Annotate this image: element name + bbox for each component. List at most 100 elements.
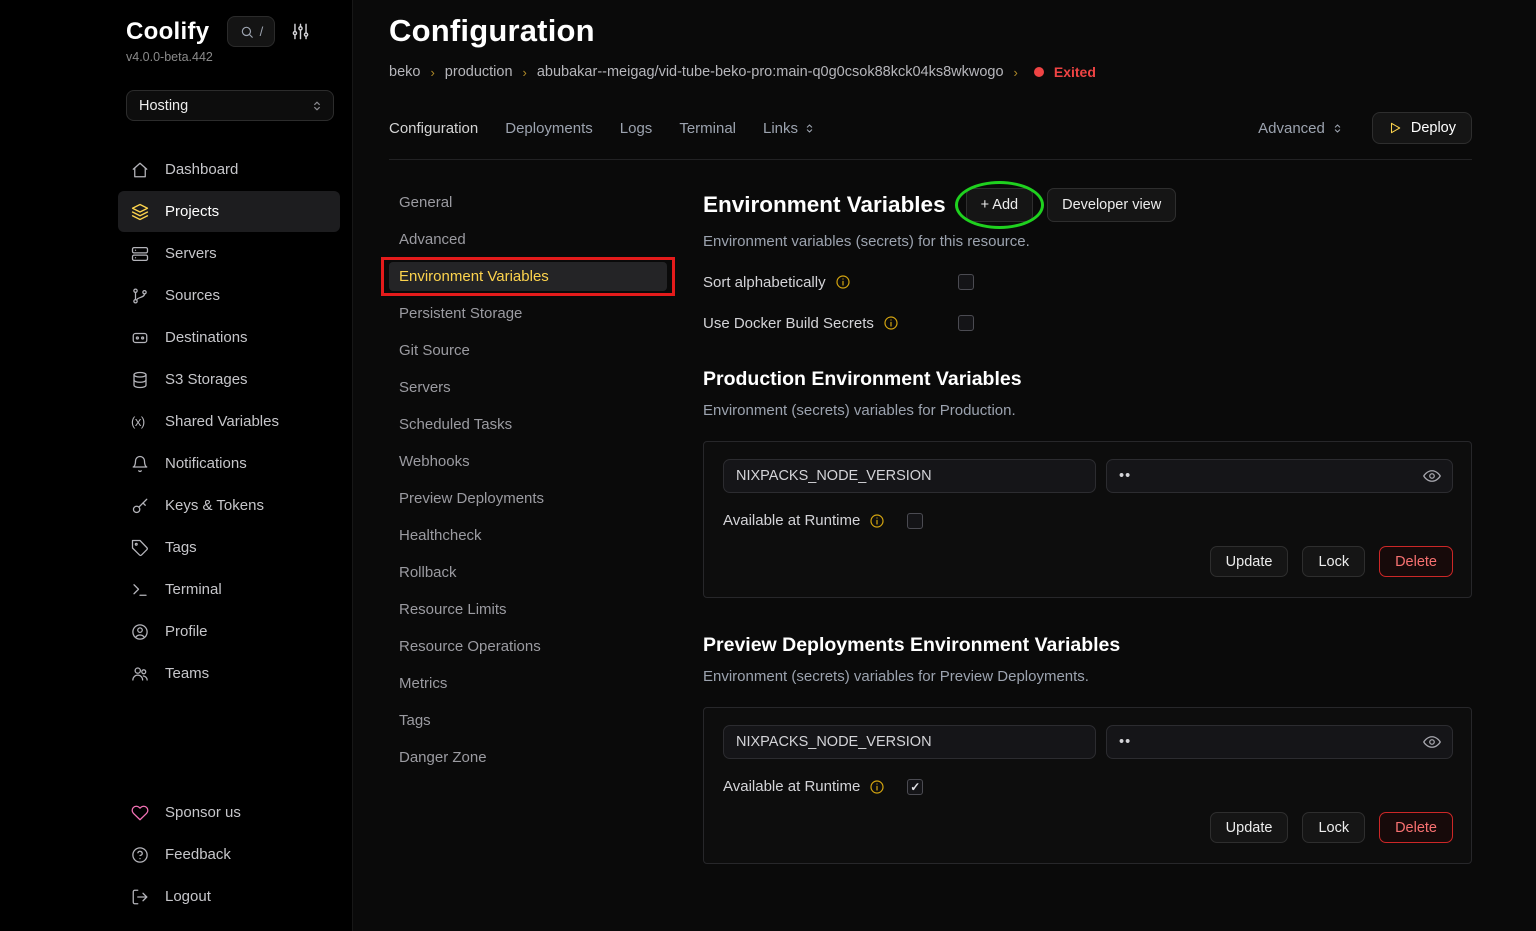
- subnav-item-rollback[interactable]: Rollback: [389, 558, 667, 587]
- breadcrumb: beko › production › abubakar--meigag/vid…: [389, 64, 1472, 80]
- search-shortcut: /: [260, 24, 264, 39]
- sidebar-item-sponsor-us[interactable]: Sponsor us: [118, 792, 340, 833]
- subnav-item-persistent-storage[interactable]: Persistent Storage: [389, 299, 667, 328]
- advanced-select[interactable]: Advanced: [1252, 119, 1350, 138]
- breadcrumb-resource[interactable]: abubakar--meigag/vid-tube-beko-pro:main-…: [537, 64, 1004, 80]
- sort-alphabetically-checkbox[interactable]: [958, 274, 974, 290]
- breadcrumb-environment[interactable]: production: [445, 64, 513, 80]
- eye-icon[interactable]: [1421, 731, 1443, 753]
- git-branch-icon: [131, 287, 149, 305]
- subnav-item-advanced[interactable]: Advanced: [389, 225, 667, 254]
- docker-build-secrets-checkbox[interactable]: [958, 315, 974, 331]
- eye-icon[interactable]: [1421, 465, 1443, 487]
- sidebar-item-projects[interactable]: Projects: [118, 191, 340, 232]
- sidebar-footer: Sponsor us Feedback Logout: [118, 792, 340, 917]
- subnav-item-resource-operations[interactable]: Resource Operations: [389, 632, 667, 661]
- users-icon: [131, 665, 149, 683]
- update-button[interactable]: Update: [1210, 812, 1289, 843]
- sidebar-item-label: Terminal: [165, 581, 222, 598]
- env-key-input[interactable]: [723, 725, 1096, 759]
- delete-button[interactable]: Delete: [1379, 546, 1453, 577]
- sidebar-item-servers[interactable]: Servers: [118, 233, 340, 274]
- sidebar-item-label: Notifications: [165, 455, 247, 472]
- tab-links-label: Links: [763, 120, 798, 137]
- home-icon: [131, 161, 149, 179]
- subnav-item-danger-zone[interactable]: Danger Zone: [389, 743, 667, 772]
- chevron-updown-icon: [1331, 122, 1344, 135]
- team-select-value: Hosting: [139, 98, 188, 114]
- tab-logs[interactable]: Logs: [620, 120, 653, 137]
- update-button[interactable]: Update: [1210, 546, 1289, 577]
- server-icon: [131, 245, 149, 263]
- deploy-button[interactable]: Deploy: [1372, 112, 1472, 144]
- subnav-item-preview-deployments[interactable]: Preview Deployments: [389, 484, 667, 513]
- sidebar-item-tags[interactable]: Tags: [118, 527, 340, 568]
- delete-button[interactable]: Delete: [1379, 812, 1453, 843]
- tag-icon: [131, 539, 149, 557]
- sidebar-item-label: Teams: [165, 665, 209, 682]
- subnav-item-servers[interactable]: Servers: [389, 373, 667, 402]
- subnav-item-webhooks[interactable]: Webhooks: [389, 447, 667, 476]
- tab-configuration[interactable]: Configuration: [389, 120, 478, 137]
- chevron-right-icon: ›: [1014, 65, 1018, 80]
- settings-sliders-icon[interactable]: [289, 20, 312, 43]
- sidebar-item-keys-tokens[interactable]: Keys & Tokens: [118, 485, 340, 526]
- info-icon: [883, 315, 899, 331]
- subnav-item-git-source[interactable]: Git Source: [389, 336, 667, 365]
- available-at-runtime-checkbox[interactable]: [907, 513, 923, 529]
- search-button[interactable]: /: [227, 16, 275, 47]
- sidebar-item-dashboard[interactable]: Dashboard: [118, 149, 340, 190]
- advanced-select-label: Advanced: [1258, 120, 1325, 137]
- app-logo: Coolify: [126, 18, 209, 46]
- sidebar-item-terminal[interactable]: Terminal: [118, 569, 340, 610]
- docker-build-secrets-label: Use Docker Build Secrets: [703, 315, 874, 332]
- subnav-item-tags[interactable]: Tags: [389, 706, 667, 735]
- lock-button[interactable]: Lock: [1302, 546, 1365, 577]
- subnav-item-general[interactable]: General: [389, 188, 667, 217]
- add-button[interactable]: + Add: [966, 188, 1034, 222]
- env-value-input[interactable]: [1106, 459, 1453, 493]
- lock-button[interactable]: Lock: [1302, 812, 1365, 843]
- tab-terminal[interactable]: Terminal: [679, 120, 736, 137]
- developer-view-button[interactable]: Developer view: [1047, 188, 1176, 222]
- team-select[interactable]: Hosting: [126, 90, 334, 121]
- env-value-input[interactable]: [1106, 725, 1453, 759]
- subnav-item-healthcheck[interactable]: Healthcheck: [389, 521, 667, 550]
- sidebar-item-destinations[interactable]: Destinations: [118, 317, 340, 358]
- subnav-item-resource-limits[interactable]: Resource Limits: [389, 595, 667, 624]
- section-subtitle: Environment variables (secrets) for this…: [703, 233, 1472, 250]
- subnav-item-scheduled-tasks[interactable]: Scheduled Tasks: [389, 410, 667, 439]
- sidebar-item-feedback[interactable]: Feedback: [118, 834, 340, 875]
- available-at-runtime-checkbox[interactable]: [907, 779, 923, 795]
- terminal-icon: [131, 581, 149, 599]
- subnav-item-metrics[interactable]: Metrics: [389, 669, 667, 698]
- search-icon: [240, 25, 254, 39]
- sidebar-item-label: S3 Storages: [165, 371, 248, 388]
- sidebar-item-s3-storages[interactable]: S3 Storages: [118, 359, 340, 400]
- sidebar-item-profile[interactable]: Profile: [118, 611, 340, 652]
- sidebar-item-teams[interactable]: Teams: [118, 653, 340, 694]
- breadcrumb-project[interactable]: beko: [389, 64, 420, 80]
- sidebar: Coolify / v4.0.0-beta.442 Hosting Dashbo…: [0, 0, 353, 931]
- env-key-input[interactable]: [723, 459, 1096, 493]
- play-icon: [1388, 121, 1402, 135]
- production-section-subtitle: Environment (secrets) variables for Prod…: [703, 402, 1472, 419]
- sidebar-item-sources[interactable]: Sources: [118, 275, 340, 316]
- subnav-item-environment-variables[interactable]: Environment Variables: [389, 262, 667, 291]
- env-var-card: Available at Runtime Update Lock Delete: [703, 707, 1472, 864]
- bell-icon: [131, 455, 149, 473]
- sidebar-item-label: Tags: [165, 539, 197, 556]
- tab-deployments[interactable]: Deployments: [505, 120, 593, 137]
- sidebar-item-logout[interactable]: Logout: [118, 876, 340, 917]
- sidebar-header: Coolify /: [126, 16, 340, 47]
- sidebar-item-shared-variables[interactable]: (x) Shared Variables: [118, 401, 340, 442]
- info-icon: [835, 274, 851, 290]
- sidebar-item-notifications[interactable]: Notifications: [118, 443, 340, 484]
- status-badge: Exited: [1054, 64, 1096, 80]
- destinations-icon: [131, 329, 149, 347]
- tab-links[interactable]: Links: [763, 120, 816, 137]
- chevron-updown-icon: [803, 122, 816, 135]
- env-vars-content: Environment Variables + Add Developer vi…: [703, 188, 1472, 864]
- info-icon: [869, 513, 885, 529]
- logout-icon: [131, 888, 149, 906]
